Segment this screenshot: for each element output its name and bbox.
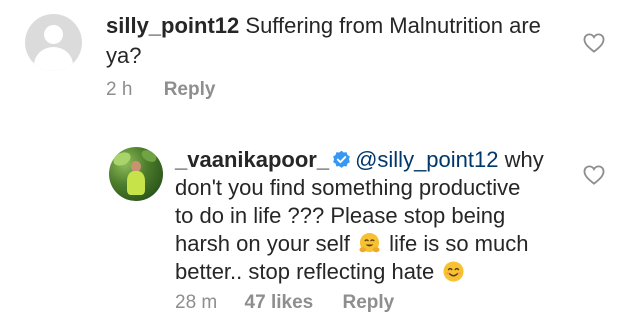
avatar[interactable] [25, 14, 82, 71]
comment-text-line: harsh on your self life is so much [175, 230, 528, 258]
comment-time: 28 m [175, 292, 218, 313]
comment-meta: 2 h Reply [106, 79, 215, 101]
reply-button[interactable]: Reply [342, 292, 394, 313]
comment-time: 2 h [106, 79, 133, 100]
comment-body: silly_point12 Suffering from Malnutritio… [106, 12, 541, 40]
comment-text-line: ya? [106, 43, 142, 68]
avatar-default-body [34, 47, 73, 71]
avatar-default-head [44, 25, 63, 44]
comment-username[interactable]: silly_point12 [106, 13, 239, 38]
mention-link[interactable]: @silly_point12 [355, 147, 498, 172]
photo-foliage [139, 147, 159, 165]
likes-count-button[interactable]: 47 likes [245, 292, 314, 313]
comment-text: why [498, 147, 544, 172]
comment-body: _vaanikapoor_ @silly_point12 why [175, 146, 544, 174]
heart-icon[interactable] [583, 165, 605, 185]
comment-text-line: better.. stop reflecting hate [175, 258, 467, 286]
comment-text: harsh on your self [175, 231, 356, 256]
smiling-face-emoji [443, 261, 464, 282]
comment-meta: 28 m 47 likes Reply [175, 292, 394, 314]
avatar[interactable] [109, 147, 163, 201]
comment-text: better.. stop reflecting hate [175, 259, 441, 284]
verified-badge-icon [333, 150, 350, 168]
comment-username[interactable]: _vaanikapoor_ [175, 147, 329, 172]
photo-foliage [111, 149, 133, 169]
heart-icon[interactable] [583, 33, 605, 53]
reply-button[interactable]: Reply [164, 79, 216, 100]
comment-text: Suffering from Malnutrition are [239, 13, 541, 38]
comment-text: life is so much [382, 231, 529, 256]
hugging-face-emoji [359, 232, 380, 253]
comment-text-line: don't you find something productive [175, 175, 521, 200]
photo-figure [127, 171, 145, 195]
comment-text-line: to do in life ??? Please stop being [175, 203, 506, 228]
